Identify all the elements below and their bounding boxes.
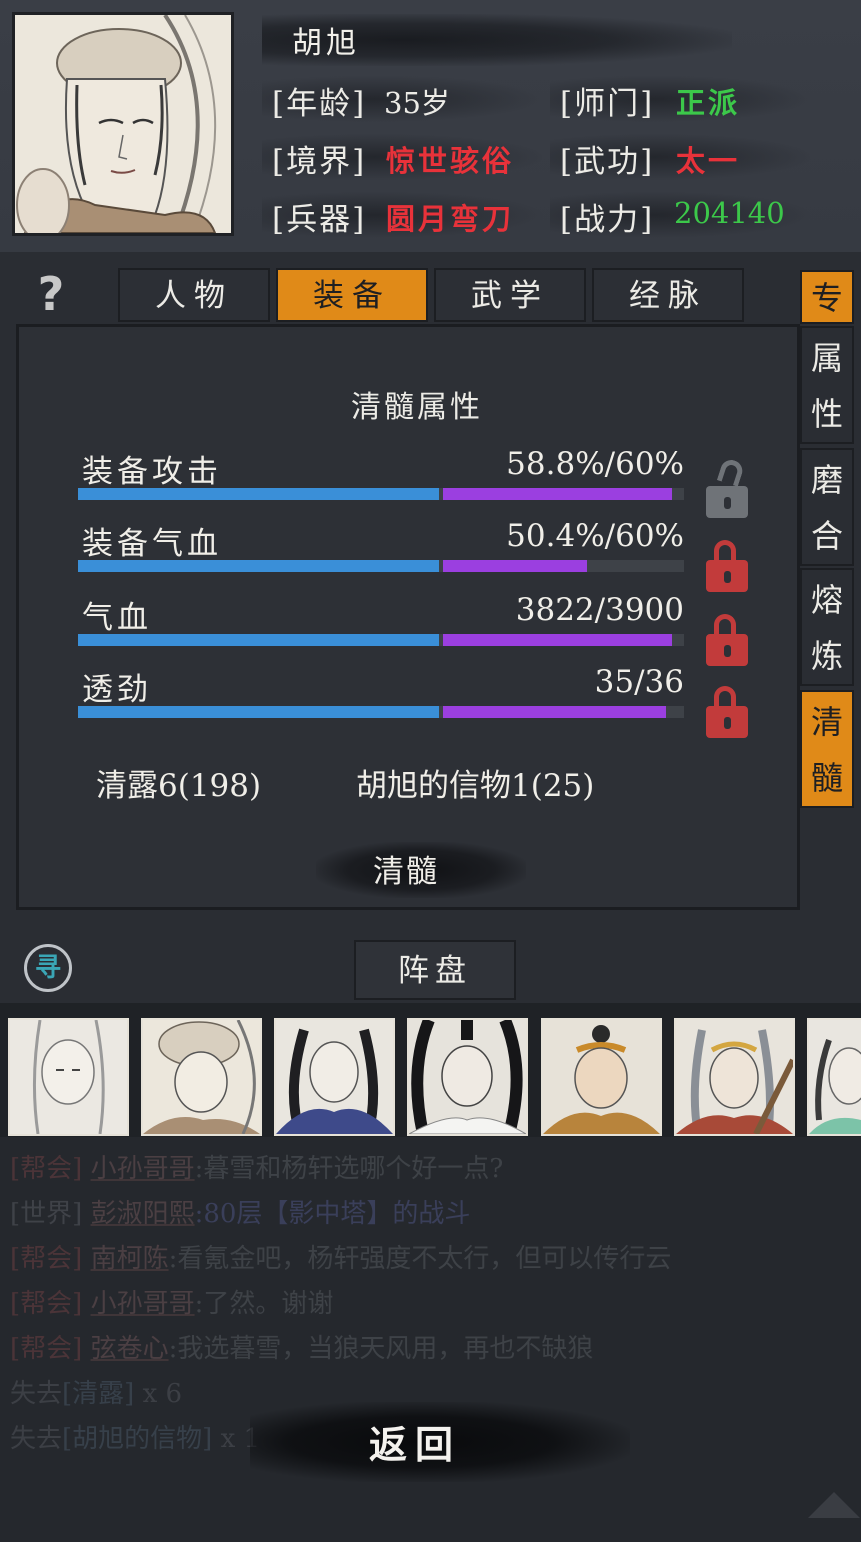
bar-base-fill bbox=[78, 634, 439, 646]
age-label: [年龄] bbox=[272, 86, 367, 122]
chat-message: [帮会] 小孙哥哥:暮雪和杨轩选哪个好一点? bbox=[10, 1148, 503, 1185]
sect-value: 正派 bbox=[676, 86, 741, 120]
back-button[interactable]: 返回 bbox=[330, 1414, 500, 1469]
loss-prefix: 失去 bbox=[10, 1379, 63, 1409]
stat-label: 透劲 bbox=[82, 672, 152, 708]
stat-value: 58.8%/60% bbox=[506, 446, 684, 482]
stat-bar bbox=[78, 488, 684, 500]
stat-label: 装备攻击 bbox=[82, 454, 222, 490]
bar-bonus-fill bbox=[443, 560, 587, 572]
chat-nickname[interactable]: 弦卷心 bbox=[91, 1334, 169, 1364]
age-value: 35岁 bbox=[384, 86, 450, 120]
tab-meridians[interactable]: 经脉 bbox=[592, 268, 744, 322]
side-tab-marrow-refining[interactable]: 清髓 bbox=[800, 690, 854, 808]
weapon-label: [兵器] bbox=[272, 202, 367, 238]
chat-text: :暮雪和杨轩选哪个好一点? bbox=[194, 1154, 504, 1184]
chat-nickname[interactable]: 彭淑阳熙 bbox=[91, 1199, 195, 1229]
bar-base-fill bbox=[78, 488, 439, 500]
formation-button[interactable]: 阵盘 bbox=[354, 940, 516, 1000]
loss-item: [清露] bbox=[62, 1379, 135, 1409]
side-tab-label: 熔炼 bbox=[811, 581, 844, 675]
chat-channel: [帮会] bbox=[10, 1244, 83, 1274]
loss-item: [胡旭的信物] bbox=[62, 1424, 213, 1454]
search-icon[interactable]: 寻 bbox=[24, 944, 72, 992]
chat-message: [帮会] 弦卷心:我选暮雪，当狼天风用，再也不缺狼 bbox=[10, 1328, 593, 1365]
tab-character[interactable]: 人物 bbox=[118, 268, 270, 322]
skill-value: 太一 bbox=[676, 144, 741, 178]
side-tab-exclusive[interactable]: 专 bbox=[800, 270, 854, 324]
realm-value: 惊世骇俗 bbox=[386, 144, 515, 178]
stat-label: 装备气血 bbox=[82, 526, 222, 562]
stat-value: 3822/3900 bbox=[515, 592, 684, 628]
chat-channel: [帮会] bbox=[10, 1334, 83, 1364]
scroll-up-icon[interactable] bbox=[808, 1492, 860, 1518]
chat-message: [世界] 彭淑阳熙:80层【影中塔】的战斗 bbox=[10, 1193, 470, 1230]
tab-martial-arts[interactable]: 武学 bbox=[434, 268, 586, 322]
side-tab-smelting[interactable]: 熔炼 bbox=[800, 568, 854, 686]
bar-base-fill bbox=[78, 560, 439, 572]
stat-bar bbox=[78, 560, 684, 572]
chat-message: [帮会] 南柯陈:看氪金吧，杨轩强度不太行，但可以传行云 bbox=[10, 1238, 671, 1275]
material-token: 胡旭的信物1(25) bbox=[356, 768, 595, 804]
lock-icon[interactable] bbox=[706, 686, 748, 738]
hero-portrait[interactable] bbox=[274, 1018, 395, 1136]
chat-text: :了然。谢谢 bbox=[194, 1289, 334, 1319]
question-icon[interactable]: ? bbox=[28, 268, 74, 320]
bar-bonus-fill bbox=[443, 634, 672, 646]
side-tab-label: 磨合 bbox=[811, 461, 844, 555]
loss-prefix: 失去 bbox=[10, 1424, 63, 1454]
panel-title: 清髓属性 bbox=[351, 390, 483, 425]
stat-bar bbox=[78, 706, 684, 718]
stat-value: 50.4%/60% bbox=[506, 518, 684, 554]
chat-nickname[interactable]: 小孙哥哥 bbox=[91, 1154, 195, 1184]
character-portrait bbox=[12, 12, 234, 236]
tab-equipment[interactable]: 装备 bbox=[276, 268, 428, 322]
chat-nickname[interactable]: 南柯陈 bbox=[91, 1244, 169, 1274]
refine-button[interactable]: 清髓 bbox=[316, 846, 496, 891]
side-tab-fitting[interactable]: 磨合 bbox=[800, 448, 854, 566]
hero-portrait[interactable] bbox=[807, 1018, 861, 1136]
character-name: 胡旭 bbox=[292, 26, 360, 61]
stat-value: 35/36 bbox=[594, 664, 684, 700]
chat-channel: [帮会] bbox=[10, 1289, 83, 1319]
chat-channel: [世界] bbox=[10, 1199, 83, 1229]
skill-label: [武功] bbox=[560, 144, 655, 180]
loss-message: 失去[清露] x 6 bbox=[10, 1373, 182, 1410]
material-dew: 清露6(198) bbox=[96, 768, 262, 804]
stat-bar bbox=[78, 634, 684, 646]
chat-nickname[interactable]: 小孙哥哥 bbox=[91, 1289, 195, 1319]
unlock-icon[interactable] bbox=[706, 457, 748, 518]
lock-icon[interactable] bbox=[706, 540, 748, 592]
bar-base-fill bbox=[78, 706, 439, 718]
chat-text: :我选暮雪，当狼天风用，再也不缺狼 bbox=[168, 1334, 594, 1364]
weapon-value: 圆月弯刀 bbox=[386, 202, 515, 236]
stat-label: 气血 bbox=[82, 600, 152, 636]
realm-label: [境界] bbox=[272, 144, 367, 180]
chat-text: :看氪金吧，杨轩强度不太行，但可以传行云 bbox=[168, 1244, 672, 1274]
power-value: 204140 bbox=[674, 196, 785, 230]
hero-portrait[interactable] bbox=[541, 1018, 662, 1136]
hero-portrait[interactable] bbox=[674, 1018, 795, 1136]
chat-text[interactable]: :80层【影中塔】的战斗 bbox=[195, 1199, 471, 1229]
lock-icon[interactable] bbox=[706, 614, 748, 666]
loss-message: 失去[胡旭的信物] x 1 bbox=[10, 1418, 260, 1455]
hero-portrait[interactable] bbox=[407, 1018, 528, 1136]
hero-portrait[interactable] bbox=[141, 1018, 262, 1136]
hero-portrait[interactable] bbox=[8, 1018, 129, 1136]
bar-bonus-fill bbox=[443, 488, 672, 500]
chat-channel: [帮会] bbox=[10, 1154, 83, 1184]
bar-bonus-fill bbox=[443, 706, 666, 718]
sect-label: [师门] bbox=[560, 86, 655, 122]
power-label: [战力] bbox=[560, 202, 655, 238]
loss-count: x 6 bbox=[134, 1379, 183, 1409]
chat-message: [帮会] 小孙哥哥:了然。谢谢 bbox=[10, 1283, 333, 1320]
side-tab-label: 清髓 bbox=[811, 703, 844, 797]
